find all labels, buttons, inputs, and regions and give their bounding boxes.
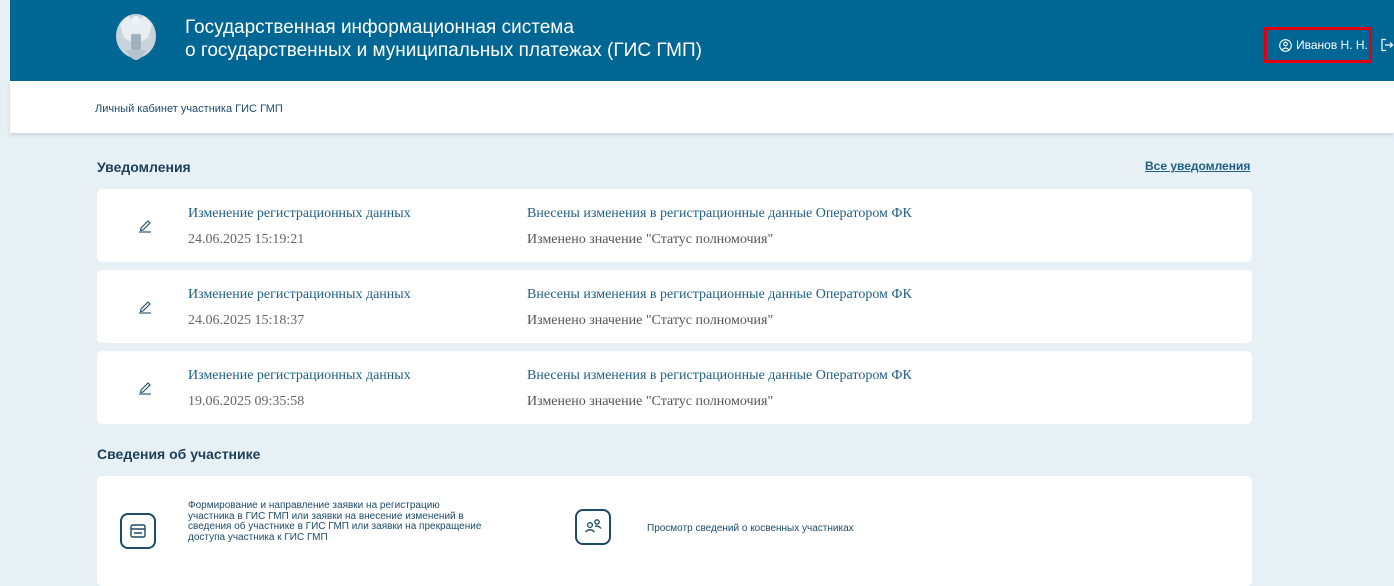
notification-message: Внесены изменения в регистрационные данн… [527, 206, 912, 221]
notification-card[interactable]: Изменение регистрационных данных 24.06.2… [97, 270, 1252, 343]
users-icon[interactable] [575, 509, 611, 545]
participant-section-title: Сведения об участнике [97, 446, 261, 462]
tray-icon[interactable] [120, 513, 156, 549]
notification-detail: Изменено значение "Статус полномочия" [527, 394, 774, 409]
notification-card[interactable]: Изменение регистрационных данных 19.06.2… [97, 351, 1252, 424]
notification-message: Внесены изменения в регистрационные данн… [527, 287, 912, 302]
notification-date: 24.06.2025 15:18:37 [188, 313, 305, 328]
notification-card[interactable]: Изменение регистрационных данных 24.06.2… [97, 189, 1252, 262]
user-name: Иванов Н. Н. [1296, 38, 1368, 52]
notification-message: Внесены изменения в регистрационные данн… [527, 368, 912, 383]
notification-title: Изменение регистрационных данных [188, 206, 411, 221]
participant-services-card: Формирование и направление заявки на рег… [97, 476, 1252, 586]
breadcrumb-bar: Личный кабинет участника ГИС ГМП [10, 81, 1394, 133]
notification-detail: Изменено значение "Статус полномочия" [527, 313, 774, 328]
notification-title: Изменение регистрационных данных [188, 287, 411, 302]
header-title-line1: Государственная информационная система [185, 17, 574, 38]
breadcrumb[interactable]: Личный кабинет участника ГИС ГМП [95, 103, 283, 115]
top-header: Государственная информационная система о… [10, 0, 1394, 81]
coat-of-arms-logo [116, 14, 156, 60]
header-title: Государственная информационная система о… [185, 16, 702, 62]
header-title-line2: о государственных и муниципальных платеж… [185, 40, 702, 61]
notification-date: 24.06.2025 15:19:21 [188, 232, 305, 247]
all-notifications-link[interactable]: Все уведомления [1145, 159, 1250, 173]
notification-detail: Изменено значение "Статус полномочия" [527, 232, 774, 247]
pencil-icon [139, 220, 151, 233]
logout-icon[interactable] [1380, 38, 1394, 52]
user-circle-icon [1279, 38, 1292, 52]
user-profile-button[interactable]: Иванов Н. Н. [1264, 27, 1372, 63]
pencil-icon [139, 382, 151, 395]
service-registration-request-link[interactable]: Формирование и направление заявки на рег… [188, 500, 488, 543]
service-indirect-participants-link[interactable]: Просмотр сведений о косвенных участниках [647, 523, 854, 535]
pencil-icon [139, 301, 151, 314]
notifications-title: Уведомления [97, 159, 191, 175]
notification-title: Изменение регистрационных данных [188, 368, 411, 383]
notification-date: 19.06.2025 09:35:58 [188, 394, 305, 409]
